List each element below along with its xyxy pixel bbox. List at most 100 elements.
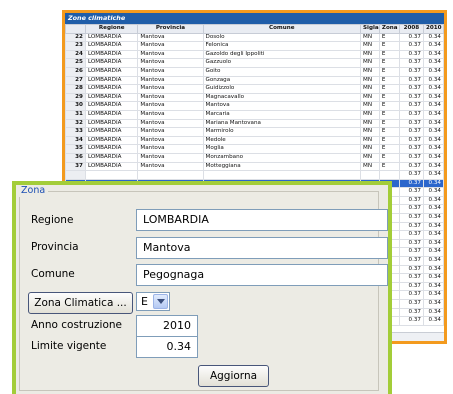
table-row[interactable]: 31 LOMBARDIA Mantova Marcaria MN E 0.37 0.34 (65, 109, 444, 120)
table-cell-y2008: 0.37 (398, 238, 424, 249)
aggiorna-button[interactable]: Aggiorna (198, 365, 269, 387)
table-row[interactable]: 22 LOMBARDIA Mantova Dosolo MN E 0.37 0.34 (65, 32, 444, 43)
table-row[interactable]: 33 LOMBARDIA Mantova Marmirolo MN E 0.37 0.34 (65, 127, 444, 137)
zona-climatica-button[interactable]: Zona Climatica ... (28, 292, 133, 314)
table-cell-y2010: 0.34 (422, 32, 444, 43)
table-cell-y2010: 0.34 (422, 290, 444, 300)
table-cell-y2010: 0.34 (422, 75, 444, 86)
table-cell-zona: E (378, 92, 400, 103)
column-header-comune[interactable]: Comune (202, 24, 362, 34)
table-cell-y2010: 0.34 (422, 213, 444, 223)
chevron-down-icon[interactable] (153, 294, 168, 309)
table-cell-zona: E (378, 118, 400, 129)
table-cell-zona: E (378, 49, 400, 60)
table-row[interactable]: 24 LOMBARDIA Mantova Gazoldo degli Ippoliti… (65, 49, 444, 60)
table-cell-zona: E (378, 109, 400, 120)
comune-field[interactable]: Pegognaga (136, 264, 388, 286)
table-cell-y2010: 0.34 (422, 92, 444, 103)
table-cell-zona: E (378, 135, 400, 146)
table-cell-n: 23 (65, 41, 86, 51)
table-cell-zona: E (378, 58, 400, 68)
table-cell-y2008: 0.37 (398, 135, 424, 146)
table-row[interactable]: 32 LOMBARDIA Mantova Mariana Mantovana MN E 0.… (65, 118, 444, 129)
table-cell-provincia: Mantova (137, 161, 204, 172)
table-row[interactable]: 23 LOMBARDIA Mantova Felonica MN E 0.37 0.34 (65, 41, 444, 51)
table-cell-y2008: 0.37 (398, 58, 424, 68)
table-cell-regione: LOMBARDIA (84, 49, 139, 60)
column-header-regione[interactable]: Regione (84, 24, 139, 34)
table-cell-regione: LOMBARDIA (84, 58, 139, 68)
table-cell-sigla: MN (360, 84, 380, 94)
column-header-provincia[interactable]: Provincia (137, 24, 204, 34)
table-cell-y2010: 0.34 (422, 49, 444, 60)
table-cell-provincia: Mantova (137, 49, 204, 60)
table-cell-provincia: Mantova (137, 127, 204, 137)
comune-label: Comune (31, 268, 75, 280)
table-cell-comune: Magnacavallo (202, 92, 362, 103)
table-row[interactable]: 30 LOMBARDIA Mantova Mantova MN E 0.37 0.34 (65, 101, 444, 111)
table-row[interactable]: 36 LOMBARDIA Mantova Monzambano MN E 0.37 0.34 (65, 152, 444, 163)
table-cell-n: 32 (65, 118, 86, 129)
table-cell-y2010: 0.34 (422, 307, 444, 318)
table-row[interactable]: 26 LOMBARDIA Mantova Goito MN E 0.37 0.34 (65, 66, 444, 77)
table-cell-comune: Felonica (202, 41, 362, 51)
table-cell-y2010: 0.34 (422, 273, 444, 283)
table-cell-zona: E (378, 152, 400, 163)
table-cell-zona: E (378, 41, 400, 51)
provincia-field[interactable]: Mantova (136, 237, 388, 259)
table-cell-comune: Guidizzolo (202, 84, 362, 94)
table-cell-y2010: 0.34 (422, 127, 444, 137)
table-cell-n: 29 (65, 92, 86, 103)
table-row[interactable]: 25 LOMBARDIA Mantova Gazzuolo MN E 0.37 0.34 (65, 58, 444, 68)
table-cell-sigla: MN (360, 161, 380, 172)
table-cell-sigla: MN (360, 144, 380, 154)
limite-vigente-field[interactable]: 0.34 (136, 336, 198, 358)
table-cell-y2008: 0.37 (398, 290, 424, 300)
table-cell-y2008: 0.37 (398, 221, 424, 232)
table-cell-regione: LOMBARDIA (84, 109, 139, 120)
column-header-2008[interactable]: 2008 (398, 24, 424, 34)
column-header-zona[interactable]: Zona (378, 24, 400, 34)
table-cell-regione: LOMBARDIA (84, 144, 139, 154)
regione-label: Regione (31, 214, 74, 226)
table-cell-n: 35 (65, 144, 86, 154)
zona-select[interactable]: E (136, 292, 170, 311)
table-row[interactable]: 0.37 0.34 (65, 170, 444, 180)
table-cell-provincia: Mantova (137, 41, 204, 51)
table-cell-y2008: 0.37 (398, 247, 424, 258)
table-cell-empty (137, 170, 204, 180)
table-cell-y2008: 0.37 (398, 316, 424, 326)
table-row[interactable]: 29 LOMBARDIA Mantova Magnacavallo MN E 0.37 0.3… (65, 92, 444, 103)
table-cell-y2008: 0.37 (398, 49, 424, 60)
table-cell-y2010: 0.34 (422, 135, 444, 146)
table-cell-y2010: 0.34 (422, 118, 444, 129)
table-cell-y2008: 0.37 (398, 187, 424, 197)
table-cell-y2008: 0.37 (398, 144, 424, 154)
table-cell-y2008: 0.37 (398, 299, 424, 309)
table-cell-provincia: Mantova (137, 118, 204, 129)
column-header-2010[interactable]: 2010 (422, 24, 444, 34)
table-row[interactable]: 35 LOMBARDIA Mantova Moglia MN E 0.37 0.34 (65, 144, 444, 154)
table-cell-y2010: 0.34 (422, 281, 444, 292)
table-cell-comune: Goito (202, 66, 362, 77)
table-cell-empty (360, 170, 380, 180)
table-cell-regione: LOMBARDIA (84, 92, 139, 103)
table-cell-y2010: 0.34 (422, 152, 444, 163)
column-header-sigla[interactable]: Sigla (360, 24, 380, 34)
table-cell-regione: LOMBARDIA (84, 84, 139, 94)
table-cell-comune: Moglia (202, 144, 362, 154)
table-cell-sigla: MN (360, 32, 380, 43)
table-cell-zona: E (378, 75, 400, 86)
table-cell-zona: E (378, 144, 400, 154)
anno-costruzione-field[interactable]: 2010 (136, 315, 198, 337)
table-row[interactable]: 27 LOMBARDIA Mantova Gonzaga MN E 0.37 0.34 (65, 75, 444, 86)
zona-dialog: Zona Regione LOMBARDIA Provincia Mantova… (12, 181, 392, 394)
table-cell-n: 25 (65, 58, 86, 68)
table-row[interactable]: 28 LOMBARDIA Mantova Guidizzolo MN E 0.37 0.34 (65, 84, 444, 94)
table-cell-n: 36 (65, 152, 86, 163)
table-row[interactable]: 34 LOMBARDIA Mantova Medole MN E 0.37 0.34 (65, 135, 444, 146)
table-cell-n: 26 (65, 66, 86, 77)
table-row[interactable]: 37 LOMBARDIA Mantova Motteggiana MN E 0.37 0.34 (65, 161, 444, 172)
regione-field[interactable]: LOMBARDIA (136, 209, 388, 231)
table-cell-y2008: 0.37 (398, 32, 424, 43)
